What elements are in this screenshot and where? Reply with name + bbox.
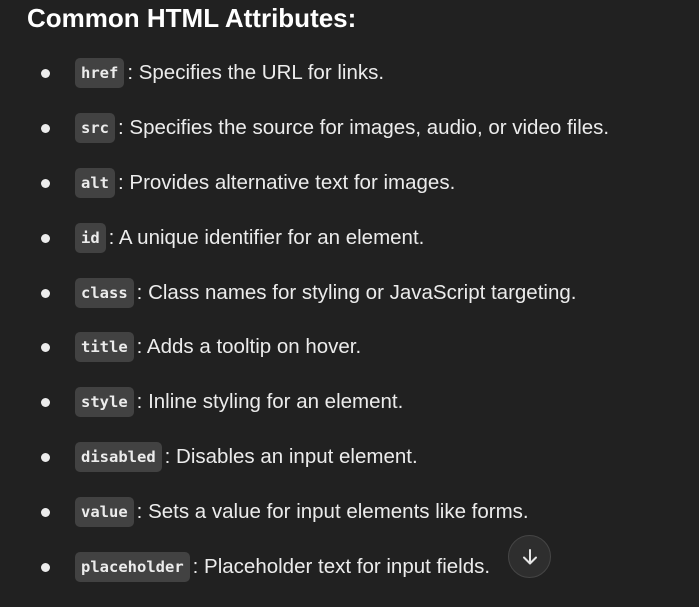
bullet-icon [41, 288, 50, 298]
bullet-icon [41, 562, 50, 572]
list-item: src : Specifies the source for images, a… [0, 101, 699, 156]
attribute-code: href [75, 58, 125, 89]
list-item: alt : Provides alternative text for imag… [0, 156, 699, 211]
list-item: disabled : Disables an input element. [0, 430, 699, 485]
attribute-description: : A unique identifier for an element. [108, 225, 425, 249]
attribute-description: : Specifies the source for images, audio… [118, 116, 610, 140]
scroll-to-bottom-button[interactable] [508, 535, 551, 578]
bullet-icon [41, 398, 50, 408]
attribute-description: : Provides alternative text for images. [118, 170, 456, 194]
bullet-icon [41, 69, 50, 79]
attribute-code: disabled [75, 441, 162, 472]
section-heading: Common HTML Attributes: [27, 3, 357, 33]
list-item: placeholder : Placeholder text for input… [0, 539, 699, 594]
attribute-code: src [75, 113, 115, 144]
attribute-description: : Inline styling for an element. [136, 390, 404, 414]
attribute-code: class [75, 277, 134, 308]
bullet-icon [41, 507, 50, 517]
attribute-description: : Sets a value for input elements like f… [136, 499, 529, 523]
list-item: id : A unique identifier for an element. [0, 210, 699, 265]
arrow-down-icon [522, 548, 537, 564]
attribute-code: title [75, 332, 134, 363]
attribute-description: : Placeholder text for input fields. [192, 554, 491, 578]
bullet-icon [41, 452, 50, 462]
attribute-code: id [75, 222, 106, 253]
attribute-code: placeholder [75, 551, 190, 582]
bullet-icon [41, 178, 50, 188]
bullet-icon [41, 343, 50, 353]
attribute-code: style [75, 387, 134, 418]
bullet-icon [41, 233, 50, 243]
attribute-description: : Disables an input element. [164, 444, 418, 468]
list-item: value : Sets a value for input elements … [0, 484, 699, 539]
bullet-icon [41, 124, 50, 134]
list-item: style : Inline styling for an element. [0, 375, 699, 430]
attribute-code: alt [75, 167, 115, 198]
attribute-description: : Specifies the URL for links. [127, 61, 385, 85]
attribute-description: : Adds a tooltip on hover. [136, 335, 362, 359]
list-item: title : Adds a tooltip on hover. [0, 320, 699, 375]
list-item: href : Specifies the URL for links. [0, 46, 699, 101]
attribute-list: href : Specifies the URL for links. src … [0, 46, 699, 594]
attribute-description: : Class names for styling or JavaScript … [136, 280, 577, 304]
list-item: class : Class names for styling or JavaS… [0, 265, 699, 320]
attribute-code: value [75, 496, 134, 527]
